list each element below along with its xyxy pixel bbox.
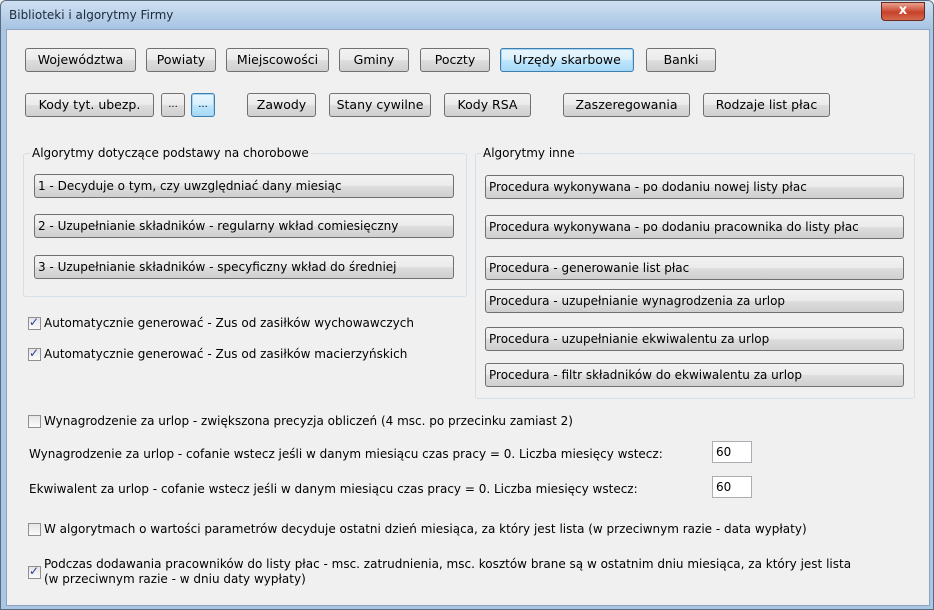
stany-cywilne-button[interactable]: Stany cywilne — [329, 93, 431, 117]
ekwiwalent-wstecz-label: Ekwiwalent za urlop - cofanie wstecz jeś… — [29, 482, 638, 496]
precyzja-label: Wynagrodzenie za urlop - zwiększona prec… — [44, 414, 573, 428]
more-button-2[interactable]: ... — [191, 93, 215, 117]
procedura-ekwiwalent-urlop-button[interactable]: Procedura - uzupełnianie ekwiwalentu za … — [485, 327, 904, 351]
kody-rsa-button[interactable]: Kody RSA — [444, 93, 531, 117]
algorytm-chorobowe-2-button[interactable]: 2 - Uzupełnianie składników - regularny … — [34, 214, 454, 238]
title-bar: Biblioteki i algorytmy Firmy x — [1, 1, 933, 29]
precyzja-checkbox[interactable] — [28, 415, 41, 428]
rodzaje-list-plac-button[interactable]: Rodzaje list płac — [703, 93, 830, 117]
urzedy-skarbowe-button[interactable]: Urzędy skarbowe — [500, 48, 634, 72]
more-button-1[interactable]: ... — [161, 93, 185, 117]
check-icon: ✓ — [29, 315, 40, 329]
kody-tyt-ubezp-button[interactable]: Kody tyt. ubezp. — [25, 93, 154, 117]
zaszeregowania-button[interactable]: Zaszeregowania — [563, 93, 690, 117]
group-label-inne: Algorytmy inne — [481, 146, 577, 160]
check-icon: ✓ — [29, 564, 40, 578]
dodawanie-pracownikow-checkbox[interactable]: ✓ — [28, 564, 41, 579]
auto-macierzynskie-label: Automatycznie generować - Zus od zasiłkó… — [44, 347, 408, 361]
ostatni-dzien-label: W algorytmach o wartości parametrów decy… — [44, 522, 807, 536]
ostatni-dzien-checkbox[interactable] — [28, 523, 41, 536]
procedura-generowanie-list-button[interactable]: Procedura - generowanie list płac — [485, 256, 904, 280]
procedura-wynagrodzenie-urlop-button[interactable]: Procedura - uzupełnianie wynagrodzenia z… — [485, 289, 904, 313]
powiaty-button[interactable]: Powiaty — [146, 48, 216, 72]
ekwiwalent-wstecz-input[interactable]: 60 — [712, 476, 752, 498]
dialog-body: Województwa Powiaty Miejscowości Gminy P… — [6, 29, 930, 606]
miejscowosci-button[interactable]: Miejscowości — [226, 48, 329, 72]
procedura-filtr-skladnikow-button[interactable]: Procedura - filtr składników do ekwiwale… — [485, 363, 904, 387]
dodawanie-pracownikow-label-2: (w przeciwnym razie - w dniu daty wypłat… — [44, 572, 306, 586]
algorytm-chorobowe-1-button[interactable]: 1 - Decyduje o tym, czy uwzględniać dany… — [34, 174, 454, 198]
algorytm-chorobowe-3-button[interactable]: 3 - Uzupełnianie składników - specyficzn… — [34, 255, 454, 279]
group-label-chorobowe: Algorytmy dotyczące podstawy na chorobow… — [30, 146, 311, 160]
wojewodztwa-button[interactable]: Województwa — [25, 48, 136, 72]
procedura-nowa-lista-button[interactable]: Procedura wykonywana - po dodaniu nowej … — [485, 175, 904, 199]
wynagrodzenie-wstecz-input[interactable]: 60 — [712, 441, 752, 463]
main-window: Biblioteki i algorytmy Firmy x Województ… — [0, 0, 934, 610]
poczty-button[interactable]: Poczty — [420, 48, 490, 72]
wynagrodzenie-wstecz-label: Wynagrodzenie za urlop - cofanie wstecz … — [29, 447, 663, 461]
auto-wychowawcze-label: Automatycznie generować - Zus od zasiłkó… — [44, 316, 414, 330]
auto-macierzynskie-checkbox[interactable]: ✓ — [28, 346, 41, 361]
gminy-button[interactable]: Gminy — [339, 48, 409, 72]
procedura-dodanie-pracownika-button[interactable]: Procedura wykonywana - po dodaniu pracow… — [485, 215, 904, 239]
auto-wychowawcze-checkbox[interactable]: ✓ — [28, 315, 41, 330]
dodawanie-pracownikow-label-1: Podczas dodawania pracowników do listy p… — [44, 557, 852, 571]
close-button[interactable]: x — [881, 2, 925, 21]
window-title: Biblioteki i algorytmy Firmy — [9, 8, 174, 22]
zawody-button[interactable]: Zawody — [247, 93, 316, 117]
check-icon: ✓ — [29, 346, 40, 360]
banki-button[interactable]: Banki — [646, 48, 716, 72]
close-icon: x — [898, 3, 908, 18]
